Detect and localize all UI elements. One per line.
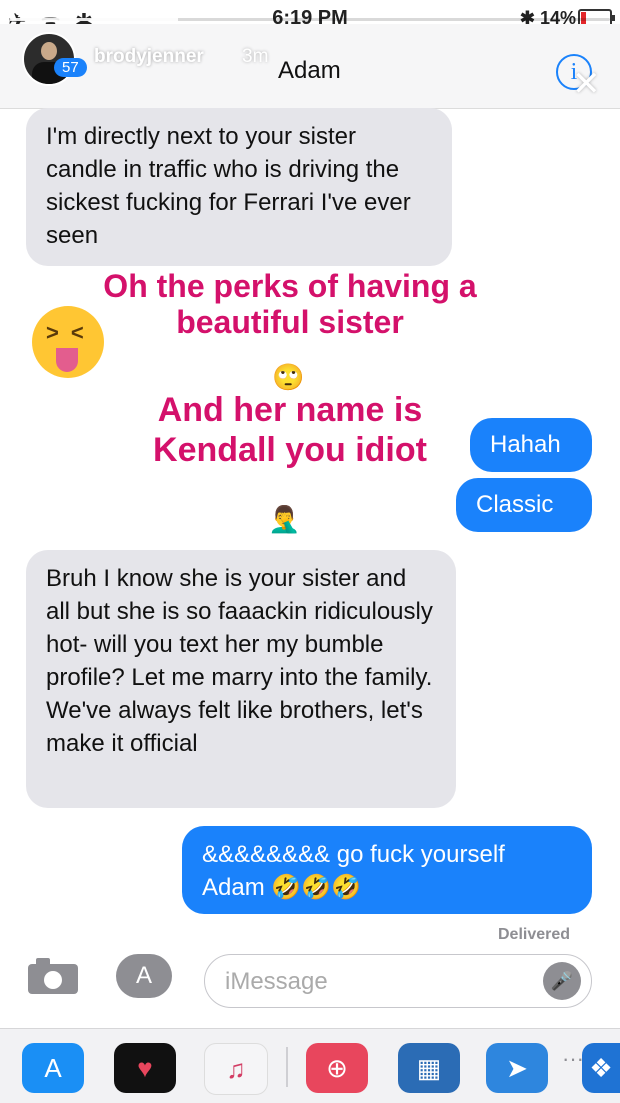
story-username[interactable]: brodyjenner: [94, 46, 204, 68]
facepalm-emoji-icon: 🤦‍♂️: [268, 504, 301, 534]
story-caption: Oh the perks of having a beautiful siste…: [103, 268, 477, 340]
game-app-icon[interactable]: ▦: [398, 1043, 460, 1093]
camera-icon[interactable]: [28, 954, 78, 994]
message-field[interactable]: [223, 965, 547, 999]
tray-divider: [286, 1047, 288, 1087]
music-icon[interactable]: ♫: [204, 1043, 268, 1095]
unread-badge: 57: [54, 58, 87, 77]
conversation-header: 57 brodyjenner 3m Adam i ✕: [0, 24, 620, 109]
browser-app-icon[interactable]: ➤: [486, 1043, 548, 1093]
sent-message[interactable]: Hahah: [470, 418, 592, 472]
app-drawer: A ♥ ♫ ⊕ ▦ ➤ ❖: [0, 1028, 620, 1103]
story-progress-bar: [10, 18, 610, 21]
story-caption: And her name is Kendall you idiot: [153, 391, 427, 469]
received-message[interactable]: Bruh I know she is your sister and all b…: [26, 550, 456, 808]
contact-name[interactable]: Adam: [278, 57, 341, 85]
search-app-icon[interactable]: ⊕: [306, 1043, 368, 1093]
close-icon[interactable]: ✕: [572, 64, 601, 104]
squinting-tongue-emoji-icon: ><: [32, 306, 104, 378]
delivered-status: Delivered: [498, 926, 571, 943]
more-apps-icon[interactable]: ···: [562, 1046, 584, 1072]
story-age: 3m: [242, 46, 269, 67]
microphone-icon[interactable]: 🎤: [543, 962, 581, 1000]
sent-message[interactable]: &&&&&&&& go fuck yourself Adam 🤣🤣🤣: [182, 826, 592, 914]
app-store-button-icon[interactable]: A: [116, 954, 172, 998]
app-store-icon[interactable]: A: [22, 1043, 84, 1093]
message-input[interactable]: 🎤: [204, 954, 592, 1008]
sent-message[interactable]: Classic: [456, 478, 592, 532]
received-message[interactable]: I'm directly next to your sister candle …: [26, 108, 452, 266]
dropbox-icon[interactable]: ❖: [582, 1043, 620, 1093]
eye-roll-emoji-icon: 🙄: [272, 362, 305, 392]
heart-app-icon[interactable]: ♥: [114, 1043, 176, 1093]
